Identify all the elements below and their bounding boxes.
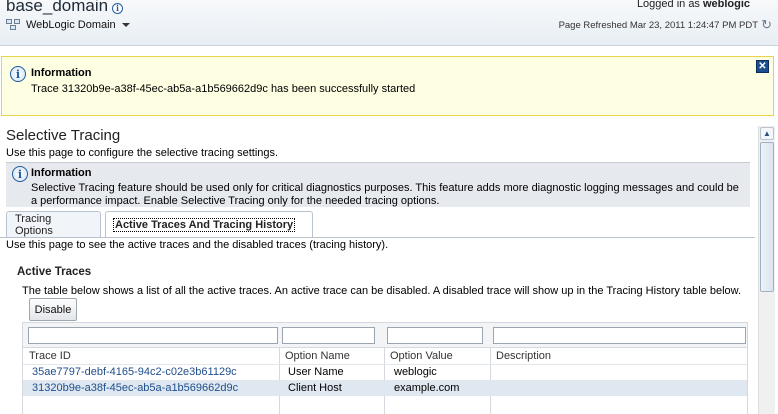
close-icon[interactable]: ✕: [756, 60, 769, 73]
subsection-title: Active Traces: [17, 266, 92, 278]
banner-title: Information: [31, 67, 92, 79]
information-box: i Information Selective Tracing feature …: [6, 162, 750, 207]
tab-label: Active Traces And Tracing History: [112, 218, 296, 232]
filter-description-input[interactable]: [493, 327, 746, 344]
subsection-description: The table below shows a list of all the …: [22, 285, 742, 297]
chevron-down-icon: [121, 23, 130, 27]
column-header[interactable]: Trace ID: [29, 350, 71, 362]
scrollbar-thumb[interactable]: [760, 142, 774, 292]
column-header[interactable]: Option Value: [390, 350, 453, 362]
tab-divider: [0, 237, 755, 238]
table-row[interactable]: 31320b9e-a38f-45ec-ab5a-a1b569662d9c Cli…: [23, 380, 747, 396]
logged-in-user: weblogic: [702, 0, 750, 10]
option-name-cell: Client Host: [288, 382, 342, 394]
panel-description: Use this page to see the active traces a…: [6, 239, 389, 251]
domain-icon: [6, 18, 22, 32]
domain-title: base_domain i: [6, 0, 124, 16]
table-row[interactable]: 35ae7797-debf-4165-94c2-c02e3b61129c Use…: [23, 364, 747, 380]
logged-in-info: Logged in as weblogic: [637, 0, 750, 10]
info-icon: i: [10, 66, 26, 82]
info-box-title: Information: [31, 167, 92, 179]
vertical-scrollbar[interactable]: ▲: [758, 126, 775, 414]
banner-message: Trace 31320b9e-a38f-45ec-ab5a-a1b569662d…: [31, 83, 416, 95]
filter-option-name-input[interactable]: [282, 327, 375, 344]
domain-menu-label: WebLogic Domain: [26, 19, 116, 31]
domain-title-text: base_domain: [6, 0, 109, 15]
tab-active-traces[interactable]: Active Traces And Tracing History: [105, 211, 313, 238]
weblogic-domain-menu[interactable]: WebLogic Domain: [6, 18, 130, 32]
info-box-message: Selective Tracing feature should be used…: [31, 182, 739, 207]
active-traces-table: Trace ID Option Name Option Value Descri…: [22, 322, 748, 414]
tab-label: Tracing Options: [15, 213, 53, 237]
filter-trace-id-input[interactable]: [28, 327, 278, 344]
tab-tracing-options[interactable]: Tracing Options: [6, 211, 101, 238]
page-description: Use this page to configure the selective…: [6, 147, 279, 159]
refresh-icon[interactable]: ↻: [761, 17, 772, 33]
option-value-cell: weblogic: [394, 366, 437, 378]
trace-id-link[interactable]: 31320b9e-a38f-45ec-ab5a-a1b569662d9c: [32, 382, 238, 394]
page-refreshed-text: Page Refreshed Mar 23, 2011 1:24:47 PM P…: [558, 20, 758, 31]
info-icon[interactable]: i: [112, 2, 124, 14]
page-title: Selective Tracing: [6, 127, 121, 144]
logged-in-label: Logged in as: [636, 0, 700, 10]
table-header: Trace ID Option Name Option Value Descri…: [23, 347, 747, 364]
trace-id-link[interactable]: 35ae7797-debf-4165-94c2-c02e3b61129c: [32, 366, 237, 378]
option-name-cell: User Name: [288, 366, 344, 378]
column-header[interactable]: Description: [496, 350, 551, 362]
page-header: base_domain i WebLogic Domain Logged in …: [0, 0, 778, 46]
filter-option-value-input[interactable]: [387, 327, 483, 344]
scroll-up-icon[interactable]: ▲: [760, 127, 774, 140]
option-value-cell: example.com: [394, 382, 460, 394]
information-banner: i Information Trace 31320b9e-a38f-45ec-a…: [1, 56, 774, 116]
filter-row: [23, 323, 747, 347]
disable-button[interactable]: Disable: [29, 298, 77, 321]
info-icon: i: [12, 166, 28, 182]
column-header[interactable]: Option Name: [285, 350, 350, 362]
